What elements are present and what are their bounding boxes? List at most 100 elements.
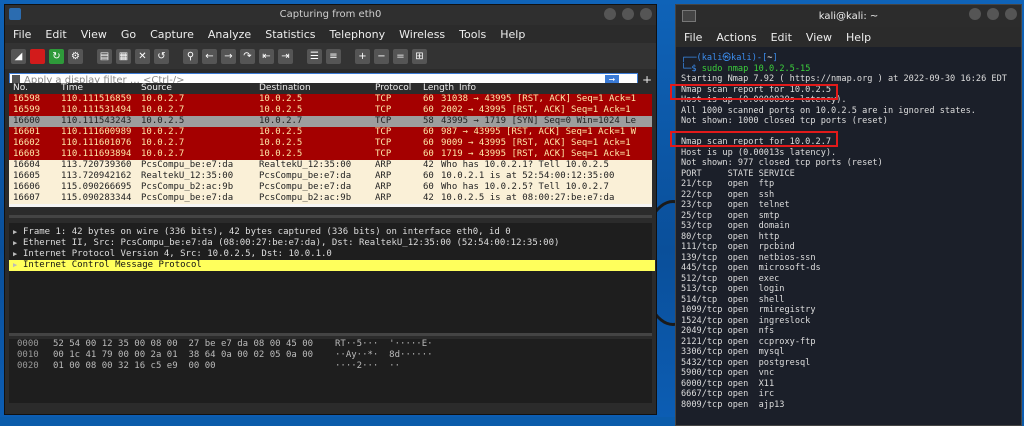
terminal-output-line: 512/tcp open exec	[681, 273, 780, 284]
zoom-reset-icon[interactable]: =	[393, 48, 408, 64]
packet-proto: TCP	[375, 138, 392, 148]
terminal-menu-actions[interactable]: Actions	[716, 31, 756, 44]
column-header-no[interactable]: No.	[13, 83, 53, 94]
open-file-icon[interactable]: ▤	[97, 48, 112, 64]
main-toolbar: ◢ ↻ ⚙ ▤ ▦ ✕ ↺ ⚲ ← → ↷ ⇤ ⇥ ☰ ≡ + − = ⊞	[5, 43, 656, 69]
terminal-output-line: Host is up (0.00013s latency).	[681, 147, 837, 158]
packet-row[interactable]: 16604 113.720739360 PcsCompu_be:e7:da Realt…	[9, 160, 652, 171]
autoscroll-icon[interactable]: ≡	[326, 48, 341, 64]
menu-capture[interactable]: Capture	[150, 28, 194, 41]
menu-edit[interactable]: Edit	[45, 28, 66, 41]
menu-wireless[interactable]: Wireless	[399, 28, 445, 41]
restart-capture-icon[interactable]: ↻	[49, 48, 64, 64]
column-header-length[interactable]: Length	[423, 83, 454, 94]
zoom-out-icon[interactable]: −	[374, 48, 389, 64]
terminal-menu-view[interactable]: View	[806, 31, 832, 44]
packet-row[interactable]: 16605 113.720942162 RealtekU_12:35:00 PcsCo…	[9, 171, 652, 182]
options-gear-icon[interactable]: ⚙	[68, 48, 83, 64]
hex-row[interactable]: 0010 00 1c 41 79 00 00 2a 01 38 64 0a 00 …	[9, 350, 652, 361]
column-header-source[interactable]: Source	[141, 83, 259, 94]
column-header-info[interactable]: Info	[459, 83, 652, 94]
detail-tree-item[interactable]: ▶ Internet Protocol Version 4, Src: 10.0.…	[9, 249, 652, 260]
packet-details-pane: ▶ Frame 1: 42 bytes on wire (336 bits), 4…	[9, 223, 655, 333]
terminal-output[interactable]: ┌──(kali㉿kali)-[~] └─$ sudo nmap 10.0.2.…	[676, 47, 1021, 410]
minimize-icon[interactable]	[969, 8, 981, 20]
terminal-window: kali@kali: ~ File Actions Edit View Help ┌──…	[670, 4, 1022, 426]
packet-dst: 10.0.2.5	[259, 127, 303, 137]
maximize-icon[interactable]	[622, 8, 634, 20]
menu-analyze[interactable]: Analyze	[208, 28, 251, 41]
packet-src: PcsCompu_b2:ac:9b	[141, 182, 234, 192]
window-title: Capturing from eth0	[279, 9, 382, 20]
menu-view[interactable]: View	[81, 28, 107, 41]
terminal-menu-help[interactable]: Help	[846, 31, 871, 44]
reload-icon[interactable]: ↺	[154, 48, 169, 64]
terminal-output-line: 8009/tcp open ajp13	[681, 399, 785, 410]
back-arrow-icon[interactable]: ←	[202, 48, 217, 64]
expand-arrow-icon[interactable]: ▶	[13, 260, 23, 271]
terminal-output-line: Starting Nmap 7.92 ( https://nmap.org ) …	[681, 74, 1007, 84]
highlight-box-10-0-2-7	[670, 131, 838, 147]
menu-help[interactable]: Help	[500, 28, 525, 41]
packet-proto: ARP	[375, 171, 392, 181]
expand-arrow-icon[interactable]: ▶	[13, 227, 23, 238]
packet-info: Who has 10.0.2.5? Tell 10.0.2.7	[441, 182, 609, 192]
packet-row[interactable]: 16599 110.111531494 10.0.2.7 10.0.2.5 TCP 60 2…	[9, 105, 652, 116]
packet-row[interactable]: 16603 110.111693894 10.0.2.7 10.0.2.5 TCP 60 1…	[9, 149, 652, 160]
packet-dst: 10.0.2.5	[259, 138, 303, 148]
find-icon[interactable]: ⚲	[183, 48, 198, 64]
terminal-output-line: 1524/tcp open ingreslock	[681, 315, 811, 326]
packet-row[interactable]: 16600 110.111543243 10.0.2.5 10.0.2.7 TCP 58 4…	[9, 116, 652, 127]
hex-off: 0020	[17, 361, 39, 371]
column-header-time[interactable]: Time	[61, 83, 139, 94]
expand-arrow-icon[interactable]: ▶	[13, 249, 23, 260]
pane-splitter-lower[interactable]	[9, 333, 652, 336]
close-icon[interactable]	[1005, 8, 1017, 20]
first-packet-icon[interactable]: ⇤	[259, 48, 274, 64]
horizontal-scrollbar[interactable]	[9, 403, 652, 409]
packet-row[interactable]: 16606 115.090266695 PcsCompu_b2:ac:9b PcsCo…	[9, 182, 652, 193]
minimize-icon[interactable]	[604, 8, 616, 20]
column-header-protocol[interactable]: Protocol	[375, 83, 419, 94]
packet-proto: TCP	[375, 94, 392, 104]
packet-time: 110.111516859	[61, 94, 132, 104]
packet-proto: TCP	[375, 116, 392, 126]
close-file-icon[interactable]: ✕	[135, 48, 150, 64]
detail-tree-item[interactable]: ▶ Ethernet II, Src: PcsCompu_be:e7:da (08…	[9, 238, 652, 249]
maximize-icon[interactable]	[987, 8, 999, 20]
menu-telephony[interactable]: Telephony	[330, 28, 386, 41]
hex-row[interactable]: 0000 52 54 00 12 35 00 08 00 27 be e7 da …	[9, 339, 652, 350]
packet-row[interactable]: 16598 110.111516859 10.0.2.7 10.0.2.5 TCP 60 3…	[9, 94, 652, 105]
expand-arrow-icon[interactable]: ▶	[13, 238, 23, 249]
menu-file[interactable]: File	[13, 28, 31, 41]
packet-bytes-pane: 0000 52 54 00 12 35 00 08 00 27 be e7 da …	[9, 339, 652, 409]
resize-columns-icon[interactable]: ⊞	[412, 48, 427, 64]
shark-fin-icon[interactable]: ◢	[11, 48, 26, 64]
save-file-icon[interactable]: ▦	[116, 48, 131, 64]
packet-row[interactable]: 16602 110.111601076 10.0.2.7 10.0.2.5 TCP 60 9…	[9, 138, 652, 149]
menu-tools[interactable]: Tools	[459, 28, 486, 41]
menu-go[interactable]: Go	[121, 28, 136, 41]
last-packet-icon[interactable]: ⇥	[278, 48, 293, 64]
terminal-menu-edit[interactable]: Edit	[771, 31, 792, 44]
forward-arrow-icon[interactable]: →	[221, 48, 236, 64]
menu-statistics[interactable]: Statistics	[265, 28, 315, 41]
packet-row[interactable]: 16601 110.111600989 10.0.2.7 10.0.2.5 TCP 60 9…	[9, 127, 652, 138]
packet-proto: TCP	[375, 149, 392, 159]
close-icon[interactable]	[640, 8, 652, 20]
stop-capture-icon[interactable]	[30, 48, 45, 64]
column-header-destination[interactable]: Destination	[259, 83, 375, 94]
detail-tree-item[interactable]: ▶ Frame 1: 42 bytes on wire (336 bits), 4…	[9, 227, 652, 238]
packet-src: 10.0.2.5	[141, 116, 185, 126]
detail-tree-item[interactable]: ▶ Internet Control Message Protocol	[9, 260, 655, 271]
pane-splitter[interactable]	[9, 215, 652, 218]
goto-packet-icon[interactable]: ↷	[240, 48, 255, 64]
terminal-output-line: 2049/tcp open nfs	[681, 326, 775, 336]
terminal-output-line: PORT STATE SERVICE	[681, 168, 795, 179]
packet-row[interactable]: 16607 115.090283344 PcsCompu_be:e7:da PcsCo…	[9, 193, 652, 204]
hex-row[interactable]: 0020 01 00 08 00 32 16 c5 e9 00 00 ····2··…	[9, 361, 652, 372]
packet-time: 113.720739360	[61, 160, 132, 170]
zoom-in-icon[interactable]: +	[355, 48, 370, 64]
terminal-menu-file[interactable]: File	[684, 31, 702, 44]
colorize-icon[interactable]: ☰	[307, 48, 322, 64]
